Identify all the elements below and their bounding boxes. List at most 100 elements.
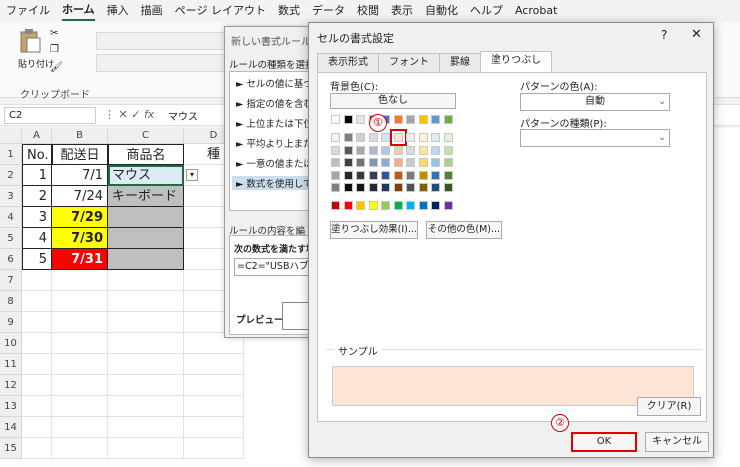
color-swatch[interactable] bbox=[356, 183, 365, 192]
grid-cell[interactable] bbox=[52, 438, 108, 459]
row-header[interactable]: 9 bbox=[0, 312, 22, 333]
grid-cell[interactable] bbox=[22, 375, 52, 396]
formula-input[interactable]: マウス bbox=[168, 108, 198, 123]
color-swatch[interactable] bbox=[406, 183, 415, 192]
row-header[interactable]: 11 bbox=[0, 354, 22, 375]
grid-cell[interactable] bbox=[22, 396, 52, 417]
rule-type-item[interactable]: ► 一意の値または重 bbox=[236, 156, 313, 170]
grid-cell[interactable] bbox=[108, 333, 184, 354]
ribbon-tab[interactable]: ページ レイアウト bbox=[175, 2, 266, 20]
color-swatch[interactable] bbox=[331, 133, 340, 142]
more-colors-button[interactable]: その他の色(M)... bbox=[426, 221, 502, 239]
color-swatch[interactable] bbox=[381, 145, 390, 155]
ribbon-tab[interactable]: 表示 bbox=[391, 2, 413, 20]
standard-color-swatch[interactable] bbox=[443, 201, 453, 210]
color-swatch[interactable] bbox=[343, 133, 353, 142]
grid-cell[interactable] bbox=[108, 438, 184, 459]
grid-cell[interactable] bbox=[22, 354, 52, 375]
color-swatch[interactable] bbox=[406, 170, 415, 180]
help-icon[interactable]: ? bbox=[661, 28, 667, 42]
color-swatch[interactable] bbox=[393, 115, 403, 124]
ribbon-tab[interactable]: 描画 bbox=[141, 2, 163, 20]
color-swatch[interactable] bbox=[343, 183, 353, 192]
table-cell-item[interactable]: マウス bbox=[108, 165, 184, 186]
color-swatch[interactable] bbox=[393, 158, 403, 167]
row-header[interactable]: 8 bbox=[0, 291, 22, 312]
grid-cell[interactable] bbox=[52, 291, 108, 312]
color-swatch[interactable] bbox=[368, 145, 378, 155]
color-swatch[interactable] bbox=[343, 145, 353, 155]
color-swatch[interactable] bbox=[381, 170, 390, 180]
color-swatch[interactable] bbox=[331, 158, 340, 167]
rule-type-item[interactable]: ► 平均より上または下 bbox=[236, 136, 313, 150]
pattern-color-select[interactable]: 自動 ⌄ bbox=[520, 93, 670, 111]
standard-color-swatch[interactable] bbox=[381, 201, 390, 210]
grid-cell[interactable] bbox=[184, 354, 244, 375]
row-header[interactable]: 14 bbox=[0, 417, 22, 438]
cancel-button[interactable]: キャンセル bbox=[645, 432, 709, 452]
grid-cell[interactable] bbox=[108, 417, 184, 438]
row-header[interactable]: 7 bbox=[0, 270, 22, 291]
color-swatch[interactable] bbox=[431, 145, 440, 155]
ribbon-tab[interactable]: Acrobat bbox=[515, 4, 557, 19]
format-painter-icon[interactable]: 🖌 bbox=[50, 62, 63, 73]
color-swatch[interactable] bbox=[443, 170, 453, 180]
color-swatch[interactable] bbox=[343, 115, 353, 124]
row-header[interactable]: 2 bbox=[0, 165, 22, 186]
color-swatch[interactable] bbox=[343, 170, 353, 180]
color-swatch[interactable] bbox=[406, 115, 415, 124]
color-swatch[interactable] bbox=[331, 183, 340, 192]
table-cell-no[interactable]: 2 bbox=[22, 186, 52, 207]
tab-2[interactable]: 罫線 bbox=[439, 53, 481, 73]
ribbon-tab[interactable]: ホーム bbox=[62, 1, 95, 21]
color-swatch[interactable] bbox=[443, 133, 453, 142]
color-swatch[interactable] bbox=[406, 133, 415, 142]
font-size-box[interactable] bbox=[96, 54, 226, 72]
grid-cell[interactable] bbox=[184, 417, 244, 438]
grid-cell[interactable] bbox=[22, 312, 52, 333]
color-swatch[interactable] bbox=[368, 133, 378, 142]
table-cell-date[interactable]: 7/31 bbox=[52, 249, 108, 270]
grid-cell[interactable] bbox=[22, 417, 52, 438]
row-header[interactable]: 6 bbox=[0, 249, 22, 270]
standard-color-swatch[interactable] bbox=[343, 201, 353, 210]
color-swatch[interactable] bbox=[381, 133, 390, 142]
standard-color-swatch[interactable] bbox=[431, 201, 440, 210]
grid-cell[interactable] bbox=[52, 396, 108, 417]
no-color-button[interactable]: 色なし bbox=[330, 93, 456, 109]
table-cell-no[interactable]: 1 bbox=[22, 165, 52, 186]
color-swatch[interactable] bbox=[393, 145, 403, 155]
row-header[interactable]: 4 bbox=[0, 207, 22, 228]
color-swatch[interactable] bbox=[406, 158, 415, 167]
color-swatch[interactable] bbox=[356, 133, 365, 142]
color-swatch[interactable] bbox=[431, 158, 440, 167]
row-header[interactable]: 5 bbox=[0, 228, 22, 249]
table-cell-date[interactable]: 7/30 bbox=[52, 228, 108, 249]
grid-cell[interactable] bbox=[184, 375, 244, 396]
ok-button[interactable]: OK bbox=[571, 432, 637, 452]
row-header[interactable]: 3 bbox=[0, 186, 22, 207]
table-cell-item[interactable] bbox=[108, 228, 184, 249]
ribbon-tab[interactable]: 数式 bbox=[278, 2, 300, 20]
rule-type-item[interactable]: ► 上位または下位に bbox=[236, 116, 313, 130]
grid-cell[interactable] bbox=[52, 333, 108, 354]
grid-cell[interactable] bbox=[108, 291, 184, 312]
rule-formula-input[interactable]: =C2="USBハブ" bbox=[234, 258, 313, 276]
table-cell-date[interactable]: 7/29 bbox=[52, 207, 108, 228]
table-header-cell[interactable]: 商品名 bbox=[108, 144, 184, 165]
tab-3[interactable]: 塗りつぶし bbox=[480, 51, 553, 73]
row-header[interactable]: 10 bbox=[0, 333, 22, 354]
table-cell-date[interactable]: 7/24 bbox=[52, 186, 108, 207]
color-swatch[interactable] bbox=[406, 145, 415, 155]
selected-color-swatch[interactable] bbox=[389, 129, 407, 146]
clear-button[interactable]: クリア(R) bbox=[637, 397, 701, 416]
ribbon-tab[interactable]: ファイル bbox=[6, 2, 50, 20]
grid-cell[interactable] bbox=[52, 417, 108, 438]
table-cell-no[interactable]: 3 bbox=[22, 207, 52, 228]
color-swatch[interactable] bbox=[393, 170, 403, 180]
row-header[interactable]: 15 bbox=[0, 438, 22, 459]
grid-cell[interactable] bbox=[52, 354, 108, 375]
standard-color-swatch[interactable] bbox=[331, 201, 340, 210]
color-swatch[interactable] bbox=[393, 183, 403, 192]
color-swatch[interactable] bbox=[381, 183, 390, 192]
